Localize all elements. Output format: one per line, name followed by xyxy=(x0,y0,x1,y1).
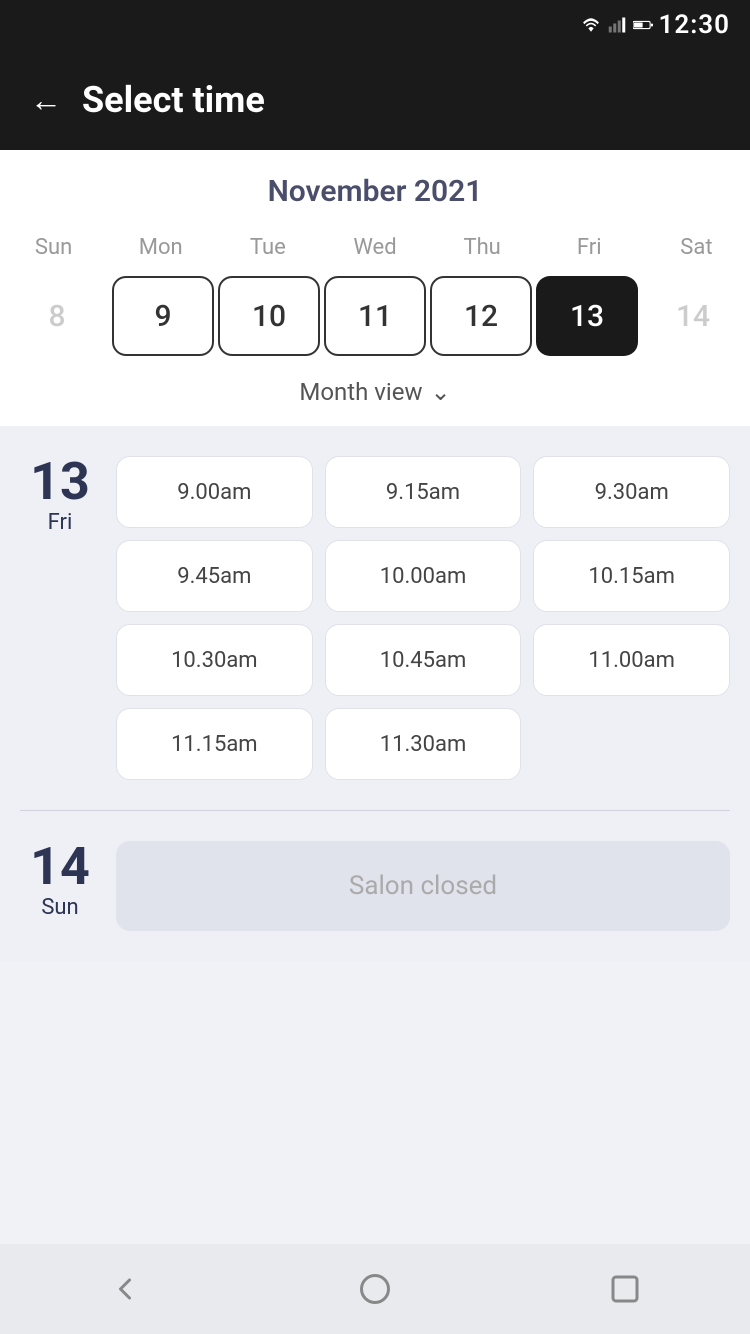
day-8[interactable]: 8 xyxy=(6,276,108,356)
weekdays-row: Sun Mon Tue Wed Thu Fri Sat xyxy=(0,229,750,266)
day-14[interactable]: 14 xyxy=(642,276,744,356)
slot-930am[interactable]: 9.30am xyxy=(533,456,730,528)
day-label-13: 13 Fri xyxy=(20,456,100,535)
slots-section: 13 Fri 9.00am 9.15am 9.30am 9.45am 10.00… xyxy=(0,426,750,961)
battery-icon xyxy=(633,16,653,34)
day-13[interactable]: 13 xyxy=(536,276,638,356)
calendar-section: November 2021 Sun Mon Tue Wed Thu Fri Sa… xyxy=(0,150,750,426)
day-name-13: Fri xyxy=(20,510,100,535)
day-block-14: 14 Sun Salon closed xyxy=(0,811,750,961)
status-icons: 12:30 xyxy=(581,10,731,40)
nav-back-button[interactable] xyxy=(107,1271,143,1307)
weekday-sun: Sun xyxy=(0,229,107,266)
signal-icon xyxy=(607,16,627,34)
day-12[interactable]: 12 xyxy=(430,276,532,356)
slot-1030am[interactable]: 10.30am xyxy=(116,624,313,696)
day-9[interactable]: 9 xyxy=(112,276,214,356)
slot-1115am[interactable]: 11.15am xyxy=(116,708,313,780)
weekday-wed: Wed xyxy=(321,229,428,266)
day-name-14: Sun xyxy=(20,895,100,920)
slot-1015am[interactable]: 10.15am xyxy=(533,540,730,612)
slot-945am[interactable]: 9.45am xyxy=(116,540,313,612)
slot-900am[interactable]: 9.00am xyxy=(116,456,313,528)
month-year-label: November 2021 xyxy=(0,174,750,209)
day-number-13: 13 xyxy=(20,456,100,508)
slot-1045am[interactable]: 10.45am xyxy=(325,624,522,696)
day-10[interactable]: 10 xyxy=(218,276,320,356)
weekday-tue: Tue xyxy=(214,229,321,266)
status-bar: 12:30 xyxy=(0,0,750,50)
slot-1000am[interactable]: 10.00am xyxy=(325,540,522,612)
weekday-sat: Sat xyxy=(643,229,750,266)
back-button[interactable]: ← xyxy=(30,81,62,119)
weekday-mon: Mon xyxy=(107,229,214,266)
day-block-13: 13 Fri 9.00am 9.15am 9.30am 9.45am 10.00… xyxy=(0,426,750,810)
day-label-14: 14 Sun xyxy=(20,841,100,920)
salon-closed-message: Salon closed xyxy=(116,841,730,931)
slot-915am[interactable]: 9.15am xyxy=(325,456,522,528)
slot-1100am[interactable]: 11.00am xyxy=(533,624,730,696)
slot-1130am[interactable]: 11.30am xyxy=(325,708,522,780)
day-number-14: 14 xyxy=(20,841,100,893)
day-11[interactable]: 11 xyxy=(324,276,426,356)
slots-grid-13: 9.00am 9.15am 9.30am 9.45am 10.00am 10.1… xyxy=(116,456,730,780)
wifi-icon xyxy=(581,16,601,34)
month-view-label: Month view xyxy=(299,378,422,406)
status-time: 12:30 xyxy=(659,10,731,40)
month-view-toggle[interactable]: Month view ⌄ xyxy=(0,362,750,426)
page-title: Select time xyxy=(82,79,265,121)
weekday-thu: Thu xyxy=(429,229,536,266)
bottom-nav xyxy=(0,1244,750,1334)
header: ← Select time xyxy=(0,50,750,150)
nav-recent-button[interactable] xyxy=(607,1271,643,1307)
nav-home-button[interactable] xyxy=(357,1271,393,1307)
chevron-down-icon: ⌄ xyxy=(431,378,451,406)
days-row: 8 9 10 11 12 13 14 xyxy=(0,276,750,356)
weekday-fri: Fri xyxy=(536,229,643,266)
